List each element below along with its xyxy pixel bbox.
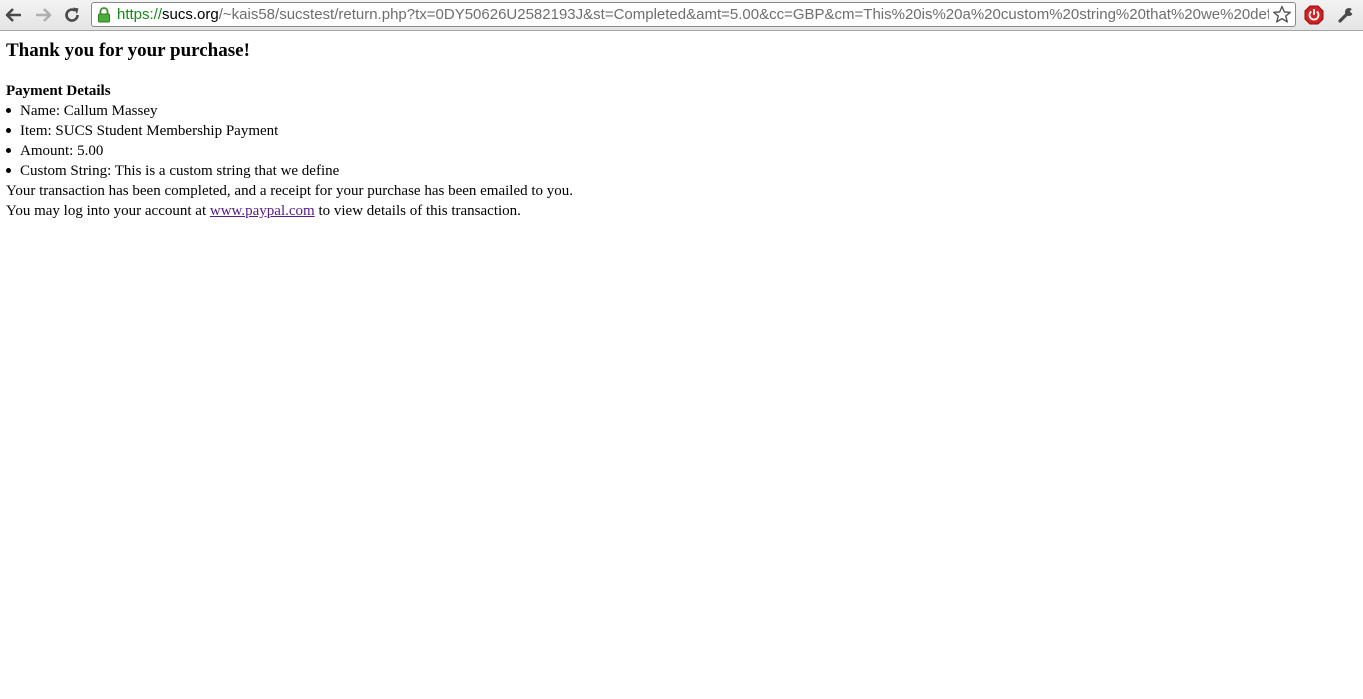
browser-toolbar: https://sucs.org/~kais58/sucstest/return… [0,0,1363,31]
forward-arrow-icon [36,8,52,22]
page-content: Thank you for your purchase! Payment Det… [6,31,1346,221]
stop-sign-icon [1304,5,1324,25]
menu-button[interactable] [1334,3,1358,27]
url-path: /~kais58/sucstest/return.php?tx=0DY50626… [218,6,1269,23]
list-item-amount: Amount: 5.00 [6,141,1346,161]
payment-details-title: Payment Details [6,83,111,99]
extension-button[interactable] [1302,3,1326,27]
url-text[interactable]: https://sucs.org/~kais58/sucstest/return… [117,6,1269,24]
login-instructions: You may log into your account at www.pay… [6,201,1346,221]
login-suffix: to view details of this transaction. [314,203,521,219]
back-arrow-icon [5,8,21,22]
back-button[interactable] [3,4,25,26]
payment-details-list: Name: Callum Massey Item: SUCS Student M… [6,101,1346,181]
login-prefix: You may log into your account at [6,203,210,219]
list-item-item: Item: SUCS Student Membership Payment [6,121,1346,141]
transaction-completed-text: Your transaction has been completed, and… [6,183,574,199]
url-host: sucs.org [162,6,219,23]
lock-icon [98,7,110,23]
reload-button[interactable] [61,4,83,26]
url-scheme: https:// [117,6,163,23]
reload-icon [65,7,79,22]
list-item-name: Name: Callum Massey [6,101,1346,121]
paypal-link[interactable]: www.paypal.com [210,203,315,219]
forward-button[interactable] [32,4,54,26]
list-item-custom-string: Custom String: This is a custom string t… [6,161,1346,181]
star-icon[interactable] [1272,5,1292,24]
address-bar[interactable]: https://sucs.org/~kais58/sucstest/return… [91,2,1296,27]
page-title: Thank you for your purchase! [6,40,250,61]
wrench-icon [1338,8,1355,23]
